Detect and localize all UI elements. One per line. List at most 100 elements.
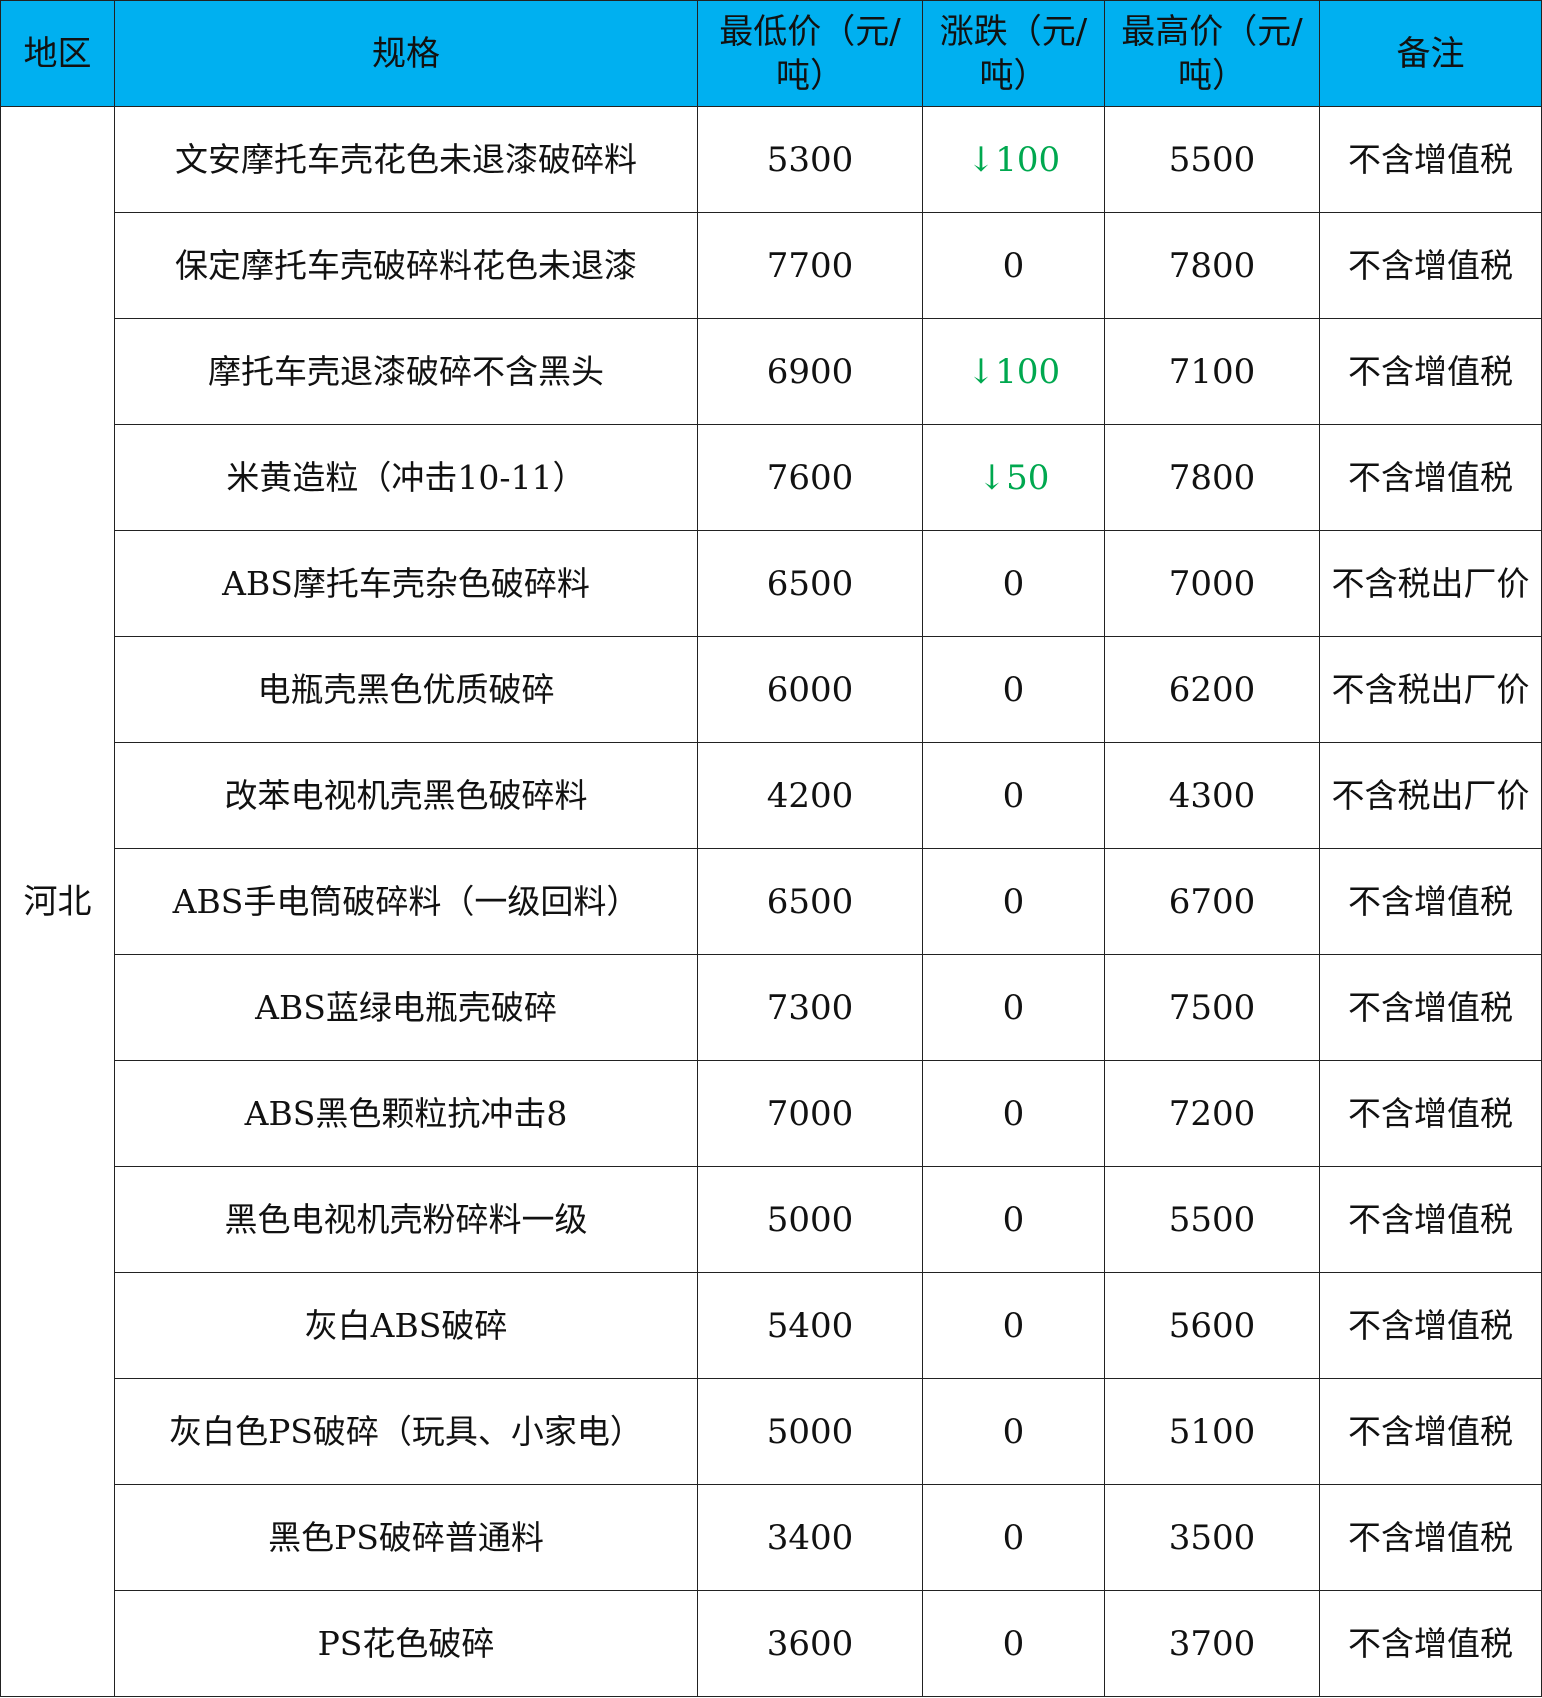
change-cell: 0 (922, 530, 1105, 637)
table-row: ABS手电筒破碎料（一级回料） 6500 0 6700 不含增值税 (1, 848, 1542, 955)
spec-cell: ABS黑色颗粒抗冲击8 (114, 1060, 698, 1167)
change-cell: 0 (922, 954, 1105, 1061)
note-cell: 不含税出厂价 (1319, 636, 1542, 743)
spec-cell: 摩托车壳退漆破碎不含黑头 (114, 318, 698, 425)
change-cell: ↓100 (922, 106, 1105, 213)
table-row: 黑色电视机壳粉碎料一级 5000 0 5500 不含增值税 (1, 1166, 1542, 1273)
min-price-cell: 6000 (697, 636, 923, 743)
note-cell: 不含增值税 (1319, 954, 1542, 1061)
change-cell: 0 (922, 212, 1105, 319)
max-price-cell: 7800 (1104, 212, 1320, 319)
min-price-cell: 5400 (697, 1272, 923, 1379)
change-cell: ↓50 (922, 424, 1105, 531)
min-price-cell: 3600 (697, 1590, 923, 1697)
table-row: ABS黑色颗粒抗冲击8 7000 0 7200 不含增值税 (1, 1060, 1542, 1167)
spec-cell: ABS手电筒破碎料（一级回料） (114, 848, 698, 955)
min-price-cell: 5000 (697, 1166, 923, 1273)
note-cell: 不含增值税 (1319, 1166, 1542, 1273)
header-spec: 规格 (114, 0, 698, 107)
table-row: 灰白色PS破碎（玩具、小家电） 5000 0 5100 不含增值税 (1, 1378, 1542, 1485)
spec-cell: 保定摩托车壳破碎料花色未退漆 (114, 212, 698, 319)
header-note: 备注 (1319, 0, 1542, 107)
header-max-price: 最高价（元/吨） (1104, 0, 1320, 107)
max-price-cell: 7000 (1104, 530, 1320, 637)
spec-cell: 黑色电视机壳粉碎料一级 (114, 1166, 698, 1273)
max-price-cell: 5500 (1104, 106, 1320, 213)
change-cell: 0 (922, 848, 1105, 955)
max-price-cell: 5600 (1104, 1272, 1320, 1379)
min-price-cell: 7300 (697, 954, 923, 1061)
min-price-cell: 5000 (697, 1378, 923, 1485)
max-price-cell: 7800 (1104, 424, 1320, 531)
spec-cell: 黑色PS破碎普通料 (114, 1484, 698, 1591)
price-table: 地区 规格 最低价（元/吨） 涨跌（元/吨） 最高价（元/吨） 备注 河北 文安摩… (0, 0, 1542, 1697)
note-cell: 不含增值税 (1319, 1484, 1542, 1591)
region-cell: 河北 (0, 106, 115, 1697)
max-price-cell: 3500 (1104, 1484, 1320, 1591)
change-cell: 0 (922, 636, 1105, 743)
note-cell: 不含增值税 (1319, 1590, 1542, 1697)
min-price-cell: 7700 (697, 212, 923, 319)
note-cell: 不含增值税 (1319, 1272, 1542, 1379)
min-price-cell: 7600 (697, 424, 923, 531)
table-row: 灰白ABS破碎 5400 0 5600 不含增值税 (1, 1272, 1542, 1379)
spec-cell: 文安摩托车壳花色未退漆破碎料 (114, 106, 698, 213)
change-cell: 0 (922, 742, 1105, 849)
change-cell: 0 (922, 1060, 1105, 1167)
table-row: 米黄造粒（冲击10-11） 7600 ↓50 7800 不含增值税 (1, 424, 1542, 531)
note-cell: 不含税出厂价 (1319, 530, 1542, 637)
min-price-cell: 4200 (697, 742, 923, 849)
change-cell: 0 (922, 1272, 1105, 1379)
note-cell: 不含增值税 (1319, 212, 1542, 319)
change-cell: 0 (922, 1166, 1105, 1273)
note-cell: 不含税出厂价 (1319, 742, 1542, 849)
max-price-cell: 3700 (1104, 1590, 1320, 1697)
max-price-cell: 7500 (1104, 954, 1320, 1061)
max-price-cell: 4300 (1104, 742, 1320, 849)
spec-cell: ABS摩托车壳杂色破碎料 (114, 530, 698, 637)
min-price-cell: 7000 (697, 1060, 923, 1167)
min-price-cell: 6500 (697, 530, 923, 637)
change-cell: ↓100 (922, 318, 1105, 425)
min-price-cell: 3400 (697, 1484, 923, 1591)
note-cell: 不含增值税 (1319, 106, 1542, 213)
table-row: 摩托车壳退漆破碎不含黑头 6900 ↓100 7100 不含增值税 (1, 318, 1542, 425)
spec-cell: ABS蓝绿电瓶壳破碎 (114, 954, 698, 1061)
note-cell: 不含增值税 (1319, 1060, 1542, 1167)
change-cell: 0 (922, 1590, 1105, 1697)
note-cell: 不含增值税 (1319, 424, 1542, 531)
spec-cell: 改苯电视机壳黑色破碎料 (114, 742, 698, 849)
note-cell: 不含增值税 (1319, 848, 1542, 955)
note-cell: 不含增值税 (1319, 318, 1542, 425)
spec-cell: 米黄造粒（冲击10-11） (114, 424, 698, 531)
min-price-cell: 5300 (697, 106, 923, 213)
table-row: 改苯电视机壳黑色破碎料 4200 0 4300 不含税出厂价 (1, 742, 1542, 849)
spec-cell: 灰白ABS破碎 (114, 1272, 698, 1379)
max-price-cell: 7200 (1104, 1060, 1320, 1167)
max-price-cell: 5500 (1104, 1166, 1320, 1273)
table-row: 保定摩托车壳破碎料花色未退漆 7700 0 7800 不含增值税 (1, 212, 1542, 319)
max-price-cell: 5100 (1104, 1378, 1320, 1485)
table-body: 河北 文安摩托车壳花色未退漆破碎料 5300 ↓100 5500 不含增值税 保定摩托车壳破… (0, 106, 1542, 1697)
table-row: ABS蓝绿电瓶壳破碎 7300 0 7500 不含增值税 (1, 954, 1542, 1061)
table-row: 黑色PS破碎普通料 3400 0 3500 不含增值税 (1, 1484, 1542, 1591)
max-price-cell: 7100 (1104, 318, 1320, 425)
table-row: 河北 文安摩托车壳花色未退漆破碎料 5300 ↓100 5500 不含增值税 (0, 106, 1542, 1697)
note-cell: 不含增值税 (1319, 1378, 1542, 1485)
header-row: 地区 规格 最低价（元/吨） 涨跌（元/吨） 最高价（元/吨） 备注 (0, 0, 1542, 107)
table-row: 电瓶壳黑色优质破碎 6000 0 6200 不含税出厂价 (1, 636, 1542, 743)
spec-cell: 灰白色PS破碎（玩具、小家电） (114, 1378, 698, 1485)
max-price-cell: 6200 (1104, 636, 1320, 743)
header-region: 地区 (0, 0, 115, 107)
min-price-cell: 6900 (697, 318, 923, 425)
table-row: ABS摩托车壳杂色破碎料 6500 0 7000 不含税出厂价 (1, 530, 1542, 637)
spec-cell: PS花色破碎 (114, 1590, 698, 1697)
min-price-cell: 6500 (697, 848, 923, 955)
change-cell: 0 (922, 1378, 1105, 1485)
header-change: 涨跌（元/吨） (922, 0, 1105, 107)
table-row: PS花色破碎 3600 0 3700 不含增值税 (1, 1590, 1542, 1697)
header-min-price: 最低价（元/吨） (697, 0, 923, 107)
spec-cell: 电瓶壳黑色优质破碎 (114, 636, 698, 743)
max-price-cell: 6700 (1104, 848, 1320, 955)
change-cell: 0 (922, 1484, 1105, 1591)
